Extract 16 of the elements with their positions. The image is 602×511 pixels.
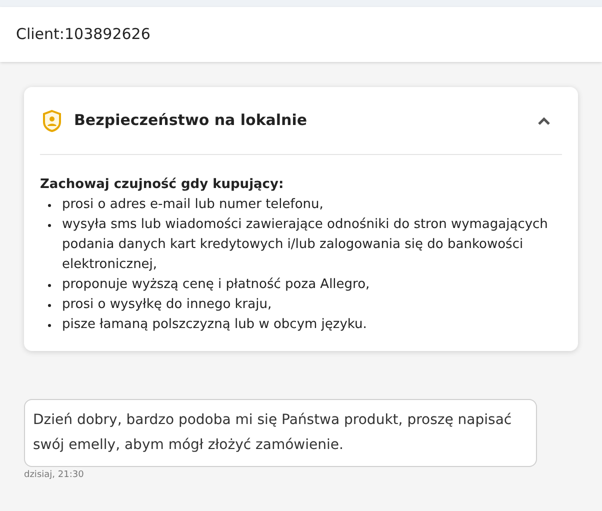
warning-item: prosi o adres e-mail lub numer telefonu, (62, 196, 324, 214)
warning-item: proponuje wyższą cenę i płatność poza Allegro, (62, 276, 370, 294)
bullet-icon (48, 304, 51, 307)
warning-item: pisze łamaną polszczyzną lub w obcym języku. (62, 316, 367, 334)
client-title: Client:103892626 (16, 24, 150, 46)
chevron-up-icon (538, 116, 550, 124)
warning-item: prosi o wysyłkę do innego kraju, (62, 296, 272, 314)
shield-user-icon (42, 108, 62, 132)
message-time: dzisiaj, 21:30 (24, 469, 85, 482)
bullet-icon (48, 284, 51, 287)
bullet-icon (48, 224, 51, 227)
panel-title: Bezpieczeństwo na lokalnie (74, 110, 308, 132)
bullet-icon (48, 324, 51, 327)
bullet-icon (48, 204, 51, 207)
message-bubble: Dzień dobry, bardzo podoba mi się Państwa produkt, proszę napisać swój emelly, abym mógł złożyć zamówienie. (24, 399, 537, 467)
warning-heading: Zachowaj czujność gdy kupujący: (40, 176, 285, 194)
